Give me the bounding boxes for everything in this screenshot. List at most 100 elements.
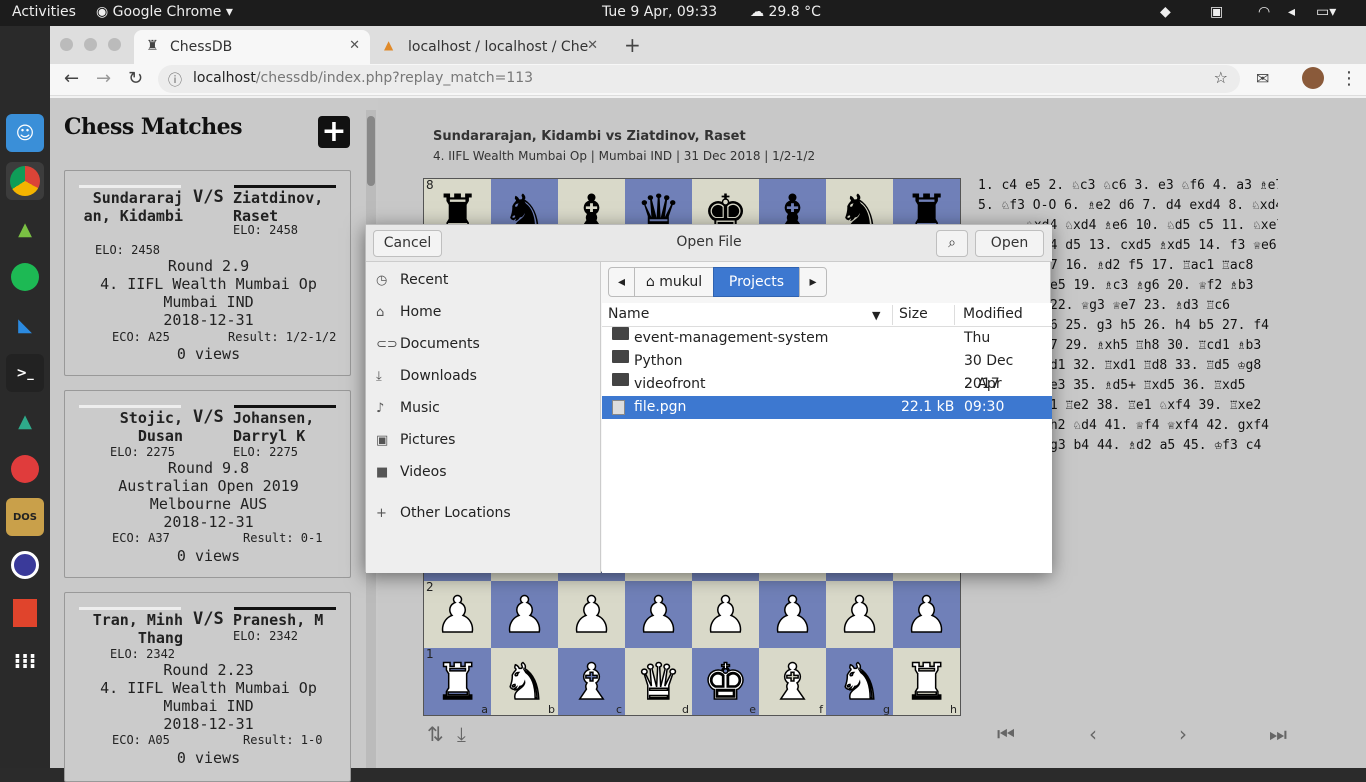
white-pawn-icon[interactable]: ♟ <box>434 589 480 641</box>
app-grid-icon[interactable]: ⁝⁝⁝ <box>6 642 44 680</box>
board-square[interactable]: ♜ h <box>893 648 960 715</box>
search-button[interactable]: ⌕ <box>936 230 968 257</box>
place-other-locations[interactable]: + Other Locations <box>376 505 511 521</box>
place-recent[interactable]: ◷ Recent <box>376 272 448 288</box>
match-card[interactable]: Stojic, Dusan V/S Johansen, Darryl K ELO… <box>64 390 351 578</box>
path-back-button[interactable]: ◂ <box>608 267 635 297</box>
tab-phpmyadmin[interactable]: ▲ localhost / localhost / Che ✕ <box>372 30 608 64</box>
address-bar[interactable]: ⓘ localhost/chessdb/index.php?replay_mat… <box>158 65 1240 93</box>
volume-icon[interactable]: ◂ <box>1288 4 1295 20</box>
close-window-button[interactable] <box>60 38 73 51</box>
board-square[interactable]: ♞ g <box>826 648 893 715</box>
white-pawn-icon[interactable]: ♟ <box>635 589 681 641</box>
last-move-icon[interactable]: ⏭ <box>1269 722 1287 746</box>
file-row-selected[interactable]: file.pgn 22.1 kB 09:30 <box>602 396 1052 419</box>
tab-chessdb[interactable]: ♜ ChessDB ✕ <box>134 30 370 64</box>
white-rook-icon[interactable]: ♜ <box>434 656 480 708</box>
weather[interactable]: ☁ 29.8 °C <box>750 4 821 20</box>
dosbox-icon[interactable]: DOS <box>6 498 44 536</box>
terminal-icon[interactable]: >_ <box>6 354 44 392</box>
wifi-icon[interactable]: ◠ <box>1258 4 1270 20</box>
maximize-window-button[interactable] <box>108 38 121 51</box>
path-segment-projects[interactable]: Projects <box>713 267 800 297</box>
dev-icon[interactable]: ◆ <box>1160 4 1171 20</box>
chrome-dock-icon[interactable] <box>6 162 44 200</box>
extension-icon[interactable]: ✉ <box>1256 69 1269 88</box>
place-home[interactable]: ⌂ Home <box>376 304 441 320</box>
files-icon[interactable]: ☺ <box>6 114 44 152</box>
place-pictures[interactable]: ▣ Pictures <box>376 432 455 448</box>
close-icon[interactable]: ✕ <box>587 38 598 53</box>
place-videos[interactable]: ■ Videos <box>376 464 447 480</box>
match-card[interactable]: Sundararaj an, Kidambi V/S Ziatdinov, Ra… <box>64 170 351 376</box>
board-square[interactable]: ♞ b <box>491 648 558 715</box>
app-menu[interactable]: ◉ Google Chrome ▾ <box>96 4 233 20</box>
avatar[interactable] <box>1302 67 1324 89</box>
reload-icon[interactable]: ↻ <box>128 68 143 89</box>
column-name[interactable]: Name <box>608 306 649 322</box>
new-tab-icon[interactable]: + <box>624 33 641 57</box>
board-square[interactable]: ♛ d <box>625 648 692 715</box>
timer-app-icon[interactable] <box>6 546 44 584</box>
image-viewer-icon[interactable]: ▲ <box>6 402 44 440</box>
column-modified[interactable]: Modified <box>963 306 1023 322</box>
place-music[interactable]: ♪ Music <box>376 400 440 416</box>
close-icon[interactable]: ✕ <box>349 38 360 53</box>
board-square[interactable]: ♟ <box>491 581 558 648</box>
board-square[interactable]: ♟ <box>893 581 960 648</box>
previous-move-icon[interactable]: ‹ <box>1089 722 1097 746</box>
screenshot-icon[interactable]: ▣ <box>1210 4 1223 20</box>
first-move-icon[interactable]: ⏮ <box>997 722 1015 746</box>
download-icon[interactable]: ⤓ <box>457 722 466 746</box>
board-square[interactable]: ♟ <box>759 581 826 648</box>
place-documents[interactable]: ⊂⊃ Documents <box>376 336 480 352</box>
forward-icon[interactable]: → <box>96 68 111 89</box>
white-knight-icon[interactable]: ♞ <box>836 656 882 708</box>
bookmark-star-icon[interactable]: ☆ <box>1214 68 1228 87</box>
vscode-icon[interactable]: ◣ <box>6 306 44 344</box>
board-square[interactable]: ♚ e <box>692 648 759 715</box>
back-icon[interactable]: ← <box>64 68 79 89</box>
upload-app-icon[interactable] <box>6 450 44 488</box>
board-square[interactable]: ♟ <box>625 581 692 648</box>
flip-board-icon[interactable]: ⇅ <box>427 722 444 746</box>
file-row[interactable]: videofront 2 Apr <box>602 373 1052 396</box>
sidebar-scroll-thumb[interactable] <box>367 116 375 186</box>
open-button[interactable]: Open <box>975 230 1044 257</box>
white-bishop-icon[interactable]: ♝ <box>769 656 815 708</box>
android-studio-icon[interactable]: ▲ <box>6 210 44 248</box>
board-square[interactable]: ♟ <box>692 581 759 648</box>
white-knight-icon[interactable]: ♞ <box>501 656 547 708</box>
white-king-icon[interactable]: ♚ <box>702 656 748 708</box>
battery-icon[interactable]: ▭▾ <box>1316 4 1336 20</box>
white-pawn-icon[interactable]: ♟ <box>501 589 547 641</box>
white-rook-icon[interactable]: ♜ <box>903 656 949 708</box>
menu-icon[interactable]: ⋮ <box>1340 68 1358 89</box>
file-row[interactable]: event-management-system Thu <box>602 327 1052 350</box>
white-pawn-icon[interactable]: ♟ <box>903 589 949 641</box>
add-match-button[interactable]: + <box>318 116 350 148</box>
clock[interactable]: Tue 9 Apr, 09:33 <box>602 4 717 20</box>
path-forward-button[interactable]: ▸ <box>799 267 827 297</box>
activities-button[interactable]: Activities <box>12 4 76 20</box>
board-square[interactable]: ♟ <box>826 581 893 648</box>
spotify-icon[interactable] <box>6 258 44 296</box>
board-square[interactable]: ♝ f <box>759 648 826 715</box>
match-card[interactable]: Tran, Minh Thang V/S Pranesh, M ELO: 234… <box>64 592 351 782</box>
column-size[interactable]: Size <box>899 306 928 322</box>
next-move-icon[interactable]: › <box>1179 722 1187 746</box>
minimize-window-button[interactable] <box>84 38 97 51</box>
white-queen-icon[interactable]: ♛ <box>635 656 681 708</box>
sort-descending-icon[interactable]: ▼ <box>872 309 880 322</box>
white-pawn-icon[interactable]: ♟ <box>702 589 748 641</box>
white-pawn-icon[interactable]: ♟ <box>836 589 882 641</box>
white-bishop-icon[interactable]: ♝ <box>568 656 614 708</box>
board-square[interactable]: ♜ 1 a <box>424 648 491 715</box>
white-pawn-icon[interactable]: ♟ <box>769 589 815 641</box>
path-segment-home[interactable]: ⌂ mukul <box>634 267 714 297</box>
board-square[interactable]: ♝ c <box>558 648 625 715</box>
place-downloads[interactable]: ⤓ Downloads <box>376 368 477 384</box>
board-square[interactable]: ♟ <box>558 581 625 648</box>
file-row[interactable]: Python 30 Dec 2017 <box>602 350 1052 392</box>
board-square[interactable]: ♟ 2 <box>424 581 491 648</box>
